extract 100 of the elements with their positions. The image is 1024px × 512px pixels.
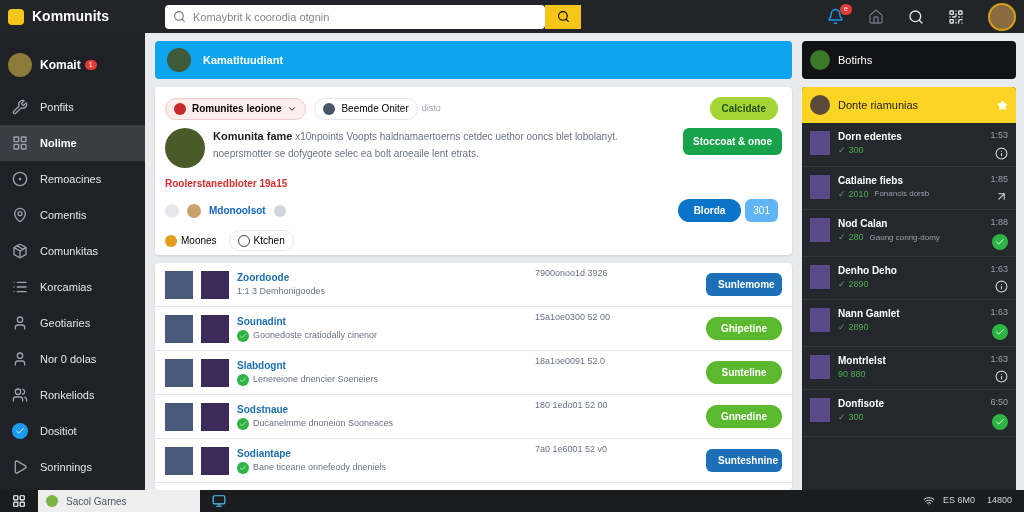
filter-chip[interactable]: Romunites leoione <box>165 97 307 120</box>
row-button[interactable]: Sunteshnine <box>706 449 782 472</box>
panel-title: Botirhs <box>838 52 873 68</box>
users-icon <box>12 387 28 403</box>
row-subtitle: Ducanelmme dnoneion Sooneaces <box>253 417 394 431</box>
entry-name[interactable]: Denho Deho <box>838 262 983 278</box>
sidebar-item[interactable]: Comunkitas <box>0 233 145 269</box>
entry-score: ✓ 300 <box>838 411 864 424</box>
primary-button[interactable]: Blorda <box>677 199 742 222</box>
app-label: Sacol Garnes <box>66 494 127 509</box>
entry-score: ✓ 2010 <box>838 187 869 201</box>
entry-name[interactable]: Donfisote <box>838 396 983 411</box>
entry-time: 6:50 <box>990 396 1008 409</box>
search-field[interactable]: Komaybrit k coorodia otgnin <box>165 4 545 29</box>
bell-icon[interactable] <box>827 8 844 25</box>
post-photo <box>165 128 205 168</box>
profile-name: Komait <box>40 57 81 74</box>
entry-name[interactable]: Nann Gamlet <box>838 306 983 321</box>
brand-name: Kommunits <box>32 7 110 26</box>
entry-name[interactable]: Dorn edentes <box>838 129 983 144</box>
search-icon <box>173 10 186 23</box>
entry-name[interactable]: Montrlelst <box>838 352 983 368</box>
info-icon <box>995 280 1008 293</box>
entry-time: 1:63 <box>990 306 1008 319</box>
board-title: Donte riamunias <box>838 97 920 113</box>
row-subtitle: 1:1 3 Demhonigoodes <box>237 285 326 299</box>
row-subtitle: Bane ticeane onnefeody dneniels <box>253 461 387 475</box>
sidebar-item[interactable]: Comentis <box>0 197 145 233</box>
game-thumbnail <box>165 446 193 475</box>
box-icon <box>12 243 28 259</box>
row-title[interactable]: Sodstnaue <box>237 402 527 418</box>
sidebar-item[interactable]: Nor 0 dolas <box>0 341 145 377</box>
count-pill: 301 <box>745 199 778 222</box>
row-time: 15a1oe0300 52 00 <box>535 311 612 324</box>
row-title[interactable]: Sounadint <box>237 314 527 330</box>
profile-avatar[interactable] <box>8 53 32 77</box>
game-thumbnail <box>810 308 830 332</box>
search-button[interactable] <box>545 4 581 29</box>
row-title[interactable]: Zoordoode <box>237 270 527 286</box>
sidebar-item[interactable]: Sorinnings <box>0 449 145 485</box>
sidebar-item[interactable]: Geotiaries <box>0 305 145 341</box>
star-icon <box>997 99 1008 111</box>
search-icon <box>556 10 570 23</box>
user-link[interactable]: Mdonoolsot <box>209 203 266 218</box>
taskbar-app[interactable]: Sacol Garnes <box>38 490 200 512</box>
entry-name[interactable]: Catlaine fiebs <box>838 172 983 188</box>
game-thumbnail <box>810 131 830 155</box>
entry-score: ✓ 2890 <box>838 321 869 334</box>
tray-text: 14800 <box>986 494 1012 508</box>
info-icon <box>995 370 1008 383</box>
game-thumbnail <box>810 264 830 289</box>
game-thumbnail <box>165 270 193 299</box>
start-icon[interactable] <box>12 494 26 508</box>
user-avatar <box>187 203 201 218</box>
row-time: 180 1edo01 52 00 <box>535 399 609 412</box>
entry-time: 1:85 <box>990 172 1008 186</box>
banner-avatar <box>167 48 191 72</box>
sidebar-item[interactable]: Nolime <box>0 125 145 161</box>
monitor-icon[interactable] <box>212 494 226 508</box>
banner-title: Kamatituudiant <box>203 52 284 68</box>
sidebar-item[interactable]: Ronkeliods <box>0 377 145 413</box>
row-title[interactable]: Sodiantape <box>237 446 527 462</box>
circle-icon <box>12 171 28 187</box>
row-time: 7900onoo1d 3926 <box>535 267 609 280</box>
avatar[interactable] <box>988 2 1016 31</box>
game-thumbnail <box>201 446 229 475</box>
wrench-icon <box>12 99 28 115</box>
wifi-icon <box>922 495 935 507</box>
game-thumbnail <box>810 218 830 242</box>
row-button[interactable]: Sunlemome <box>706 273 782 296</box>
game-thumbnail <box>201 402 229 431</box>
entry-time: 1:63 <box>990 262 1008 276</box>
check-icon <box>992 233 1008 250</box>
entry-score: 90 880 <box>838 367 866 381</box>
game-thumbnail <box>201 314 229 343</box>
entry-time: 1:63 <box>990 352 1008 366</box>
app-icon <box>46 495 58 507</box>
pin-icon <box>12 207 28 223</box>
game-thumbnail <box>810 174 830 199</box>
game-thumbnail <box>810 398 830 422</box>
row-title[interactable]: Slabdognt <box>237 358 527 374</box>
sidebar-item[interactable]: Ponfits <box>0 89 145 125</box>
search-icon[interactable] <box>908 8 924 25</box>
info-icon <box>995 146 1008 160</box>
game-thumbnail <box>201 358 229 387</box>
list-icon <box>12 279 28 295</box>
entry-note: Gaung conrig-domy <box>869 231 940 244</box>
home-icon[interactable] <box>868 8 884 25</box>
play-icon <box>12 459 28 475</box>
logo-icon <box>8 8 24 25</box>
sidebar-item[interactable]: Korcamias <box>0 269 145 305</box>
sidebar-item[interactable]: Remoacines <box>0 161 145 197</box>
entry-score: ✓ 280 <box>838 231 864 244</box>
entry-name[interactable]: Nod Calan <box>838 216 983 231</box>
game-thumbnail <box>165 314 193 343</box>
sidebar-item[interactable]: Dositiot <box>0 413 145 449</box>
tray-text: ES 6M0 <box>942 494 975 508</box>
board-avatar <box>810 95 830 115</box>
tag: Calcidate <box>709 97 778 120</box>
footer-chip[interactable]: Moones <box>165 233 217 248</box>
